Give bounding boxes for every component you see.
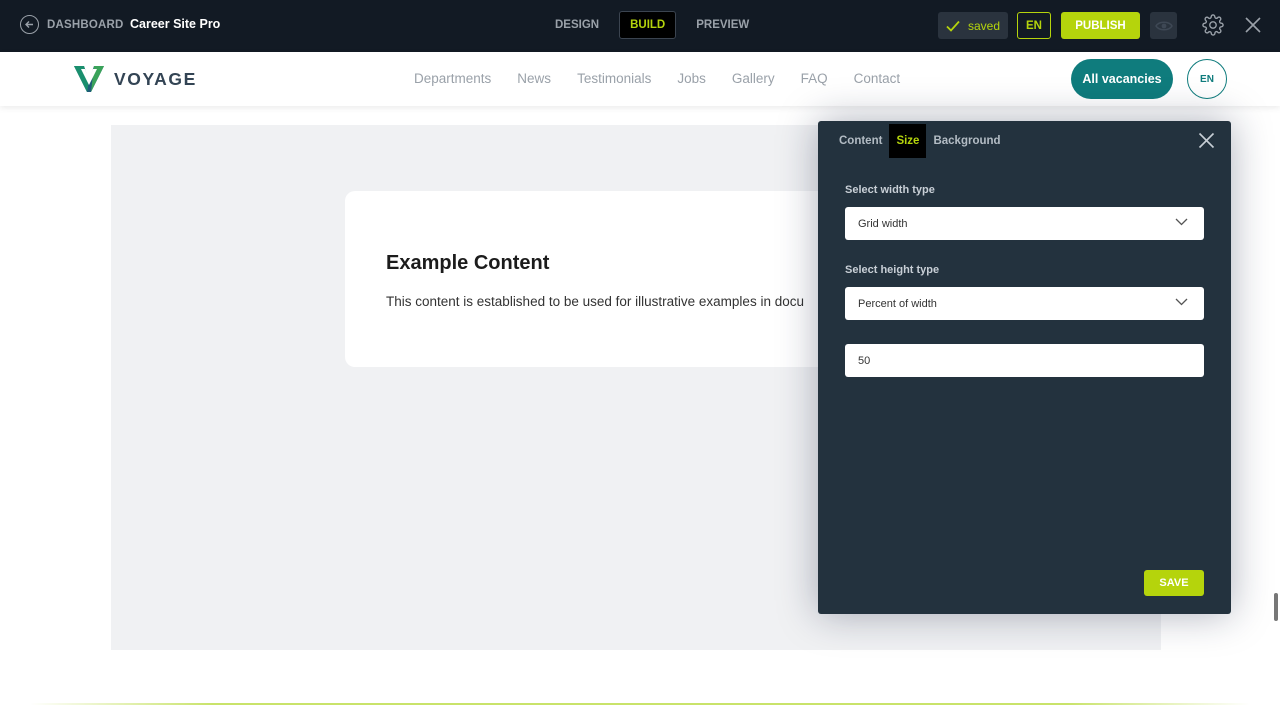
nav-testimonials[interactable]: Testimonials (577, 71, 651, 86)
chevron-down-icon (1175, 298, 1188, 306)
site-logo[interactable]: VOYAGE (74, 65, 197, 93)
nav-gallery[interactable]: Gallery (732, 71, 775, 86)
tab-content[interactable]: Content (832, 124, 889, 158)
logo-text: VOYAGE (114, 68, 197, 89)
nav-news[interactable]: News (517, 71, 551, 86)
all-vacancies-button[interactable]: All vacancies (1071, 59, 1173, 99)
nav-departments[interactable]: Departments (414, 71, 491, 86)
mode-switcher: DESIGN BUILD PREVIEW (545, 11, 759, 39)
editor-language-button[interactable]: EN (1017, 12, 1051, 39)
height-type-label: Select height type (845, 264, 940, 276)
site-nav: Departments News Testimonials Jobs Galle… (414, 71, 900, 86)
save-button[interactable]: SAVE (1144, 570, 1204, 596)
tab-size[interactable]: Size (889, 124, 927, 158)
settings-button[interactable] (1202, 14, 1224, 41)
site-name: Career Site Pro (130, 17, 221, 31)
width-type-select[interactable]: Grid width (845, 207, 1204, 240)
back-label: DASHBOARD (47, 18, 124, 31)
arrow-left-icon (20, 15, 39, 34)
close-editor-button[interactable] (1244, 16, 1262, 39)
tab-background[interactable]: Background (926, 124, 1007, 158)
scrollbar-thumb[interactable] (1274, 593, 1278, 621)
panel-tabs: Content Size Background (832, 124, 1008, 158)
height-type-value: Percent of width (858, 297, 937, 310)
close-panel-button[interactable] (1198, 132, 1215, 154)
eye-icon (1154, 21, 1173, 30)
block-settings-panel: Content Size Background Select width typ… (818, 121, 1231, 614)
site-header: VOYAGE Departments News Testimonials Job… (0, 52, 1280, 106)
chevron-down-icon (1175, 218, 1188, 226)
visibility-toggle[interactable] (1150, 12, 1177, 39)
height-percent-input[interactable]: 50 (845, 344, 1204, 377)
check-icon (946, 20, 960, 32)
mode-design[interactable]: DESIGN (545, 11, 609, 39)
saved-status: saved (938, 12, 1008, 39)
nav-contact[interactable]: Contact (854, 71, 901, 86)
site-language-button[interactable]: EN (1187, 59, 1227, 99)
width-type-label: Select width type (845, 184, 935, 196)
content-card[interactable]: Example Content This content is establis… (345, 191, 865, 367)
publish-button[interactable]: PUBLISH (1061, 12, 1140, 39)
mode-build[interactable]: BUILD (619, 11, 677, 39)
width-type-value: Grid width (858, 217, 908, 230)
gear-icon (1202, 14, 1224, 36)
voyage-logo-icon (74, 66, 104, 92)
mode-preview[interactable]: PREVIEW (686, 11, 759, 39)
close-icon (1245, 17, 1261, 33)
saved-label: saved (967, 18, 1001, 33)
height-type-select[interactable]: Percent of width (845, 287, 1204, 320)
content-body: This content is established to be used f… (386, 294, 804, 309)
content-title: Example Content (386, 252, 550, 274)
back-to-dashboard-button[interactable]: DASHBOARD (20, 15, 124, 34)
close-icon (1198, 132, 1215, 149)
nav-faq[interactable]: FAQ (801, 71, 828, 86)
footer-divider (30, 703, 1250, 705)
nav-jobs[interactable]: Jobs (677, 71, 706, 86)
editor-top-bar: DASHBOARD Career Site Pro DESIGN BUILD P… (0, 0, 1280, 52)
